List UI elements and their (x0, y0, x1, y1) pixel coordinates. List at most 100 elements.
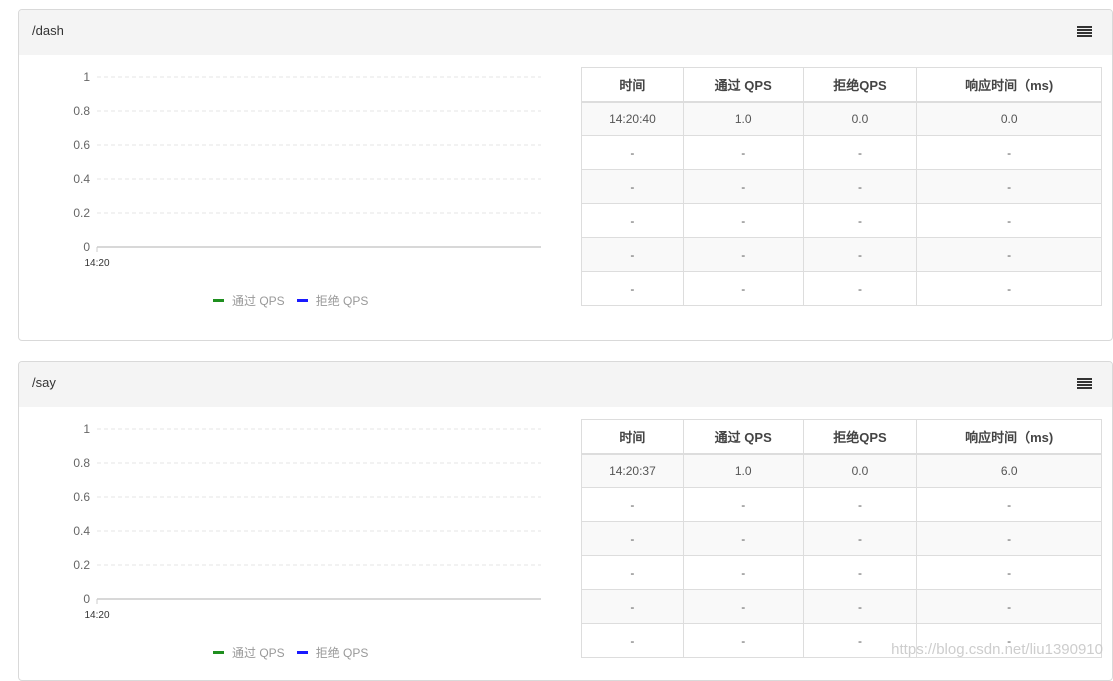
legend-label-block: 拒绝 QPS (316, 292, 369, 309)
cell-block-qps: 0.0 (803, 454, 917, 488)
chart-legend: 通过 QPS 拒绝 QPS (213, 644, 368, 661)
cell-pass-qps: - (683, 624, 803, 658)
panel-header: /say (19, 362, 1112, 407)
y-tick-label: 1 (83, 422, 90, 436)
legend-item-pass[interactable]: 通过 QPS (213, 644, 285, 661)
cell-response-time: - (917, 272, 1102, 306)
cell-time: - (582, 590, 684, 624)
cell-pass-qps: - (683, 136, 803, 170)
y-tick-label: 0.6 (73, 490, 90, 504)
table-row: - - - - (582, 488, 1102, 522)
y-tick-label: 0 (83, 592, 90, 606)
cell-pass-qps: 1.0 (683, 454, 803, 488)
table-header-row: 时间 通过 QPS 拒绝QPS 响应时间（ms) (582, 420, 1102, 454)
cell-block-qps: - (803, 204, 917, 238)
cell-time: - (582, 238, 684, 272)
legend-item-pass[interactable]: 通过 QPS (213, 292, 285, 309)
cell-time: - (582, 136, 684, 170)
cell-response-time: 0.0 (917, 102, 1102, 136)
cell-response-time: - (917, 488, 1102, 522)
cell-block-qps: - (803, 488, 917, 522)
qps-line-chart: 00.20.40.60.8114:20 (49, 417, 549, 637)
cell-time: - (582, 624, 684, 658)
header-block-qps: 拒绝QPS (803, 68, 917, 102)
legend-label-pass: 通过 QPS (232, 644, 285, 661)
legend-swatch-block (297, 651, 308, 654)
panel-header: /dash (19, 10, 1112, 55)
y-tick-label: 0.2 (73, 206, 90, 220)
metrics-table: 时间 通过 QPS 拒绝QPS 响应时间（ms) 14:20:40 1.0 0.… (581, 67, 1102, 306)
header-response-time: 响应时间（ms) (917, 68, 1102, 102)
cell-pass-qps: - (683, 272, 803, 306)
cell-block-qps: - (803, 272, 917, 306)
cell-pass-qps: 1.0 (683, 102, 803, 136)
y-tick-label: 0.2 (73, 558, 90, 572)
legend-label-pass: 通过 QPS (232, 292, 285, 309)
header-pass-qps: 通过 QPS (683, 420, 803, 454)
header-response-time: 响应时间（ms) (917, 420, 1102, 454)
legend-swatch-block (297, 299, 308, 302)
legend-item-block[interactable]: 拒绝 QPS (297, 292, 369, 309)
cell-response-time: - (917, 238, 1102, 272)
table-row: - - - - (582, 204, 1102, 238)
cell-pass-qps: - (683, 522, 803, 556)
header-block-qps: 拒绝QPS (803, 420, 917, 454)
cell-time: - (582, 170, 684, 204)
chart-legend: 通过 QPS 拒绝 QPS (213, 292, 368, 309)
cell-block-qps: - (803, 522, 917, 556)
cell-time: - (582, 204, 684, 238)
cell-time: - (582, 522, 684, 556)
table-row: - - - - (582, 272, 1102, 306)
header-time: 时间 (582, 420, 684, 454)
cell-response-time: 6.0 (917, 454, 1102, 488)
cell-time: - (582, 272, 684, 306)
cell-response-time: - (917, 556, 1102, 590)
cell-block-qps: - (803, 556, 917, 590)
panel-title: /say (32, 375, 56, 390)
cell-response-time: - (917, 170, 1102, 204)
cell-time: 14:20:37 (582, 454, 684, 488)
table-row: 14:20:40 1.0 0.0 0.0 (582, 102, 1102, 136)
cell-time: - (582, 488, 684, 522)
resource-panel-dash: /dash 00.20.40.60.8114:20 通过 QPS 拒绝 QPS … (18, 9, 1113, 341)
menu-icon[interactable] (1077, 26, 1092, 38)
y-tick-label: 0.6 (73, 138, 90, 152)
legend-item-block[interactable]: 拒绝 QPS (297, 644, 369, 661)
cell-pass-qps: - (683, 238, 803, 272)
cell-pass-qps: - (683, 170, 803, 204)
cell-response-time: - (917, 204, 1102, 238)
y-tick-label: 0.8 (73, 456, 90, 470)
qps-line-chart: 00.20.40.60.8114:20 (49, 65, 549, 285)
resource-panel-say: /say 00.20.40.60.8114:20 通过 QPS 拒绝 QPS 时… (18, 361, 1113, 681)
panel-title: /dash (32, 23, 64, 38)
header-pass-qps: 通过 QPS (683, 68, 803, 102)
cell-response-time: - (917, 590, 1102, 624)
cell-block-qps: 0.0 (803, 102, 917, 136)
cell-pass-qps: - (683, 204, 803, 238)
cell-time: 14:20:40 (582, 102, 684, 136)
table-row: - - - - (582, 170, 1102, 204)
cell-pass-qps: - (683, 488, 803, 522)
table-row: - - - - (582, 522, 1102, 556)
y-tick-label: 0 (83, 240, 90, 254)
legend-label-block: 拒绝 QPS (316, 644, 369, 661)
watermark: https://blog.csdn.net/liu1390910 (891, 641, 1103, 658)
y-tick-label: 0.8 (73, 104, 90, 118)
y-tick-label: 0.4 (73, 524, 90, 538)
y-tick-label: 0.4 (73, 172, 90, 186)
table-header-row: 时间 通过 QPS 拒绝QPS 响应时间（ms) (582, 68, 1102, 102)
menu-icon[interactable] (1077, 378, 1092, 390)
y-tick-label: 1 (83, 70, 90, 84)
cell-block-qps: - (803, 590, 917, 624)
cell-time: - (582, 556, 684, 590)
cell-block-qps: - (803, 238, 917, 272)
legend-swatch-pass (213, 299, 224, 302)
table-row: - - - - (582, 590, 1102, 624)
cell-response-time: - (917, 522, 1102, 556)
table-row: - - - - (582, 136, 1102, 170)
legend-swatch-pass (213, 651, 224, 654)
header-time: 时间 (582, 68, 684, 102)
table-row: - - - - (582, 556, 1102, 590)
cell-block-qps: - (803, 170, 917, 204)
cell-pass-qps: - (683, 556, 803, 590)
